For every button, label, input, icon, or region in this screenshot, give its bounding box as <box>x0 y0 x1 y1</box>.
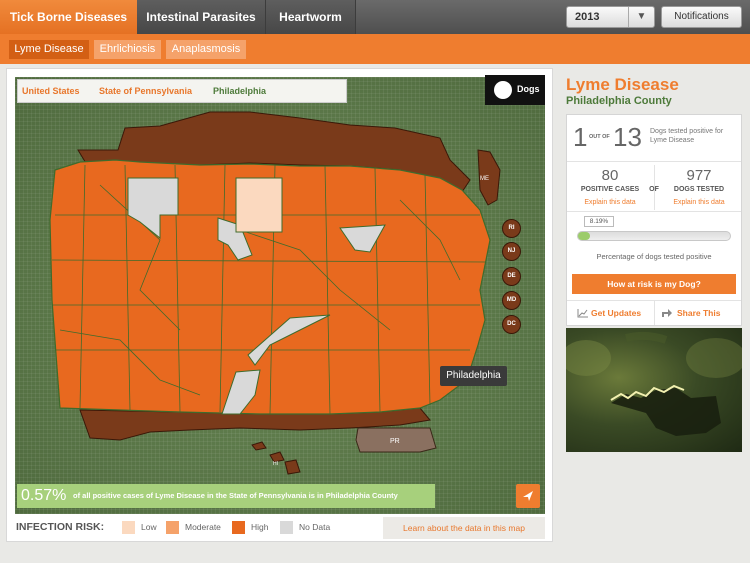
state-badge-dc[interactable]: DC <box>502 315 521 334</box>
county-tooltip: Philadelphia <box>440 366 507 386</box>
dogs-tested-label: DOGS TESTED <box>673 186 725 193</box>
dogs-tested-value: 977 <box>686 167 712 184</box>
tab-ehrlichiosis[interactable]: Ehrlichiosis <box>94 40 161 59</box>
legend-swatch-moderate <box>166 521 179 534</box>
breadcrumb-county: Philadelphia <box>213 86 267 96</box>
ratio-denominator: 13 <box>613 122 642 152</box>
tab-tick-borne-diseases[interactable]: Tick Borne Diseases <box>0 0 137 34</box>
legend-swatch-high <box>232 521 245 534</box>
risk-assessment-button[interactable]: How at risk is my Dog? <box>572 274 736 294</box>
state-badge-de[interactable]: DE <box>502 267 521 286</box>
sub-nav: Lyme Disease Ehrlichiosis Anaplasmosis <box>0 34 750 64</box>
positive-cases-value: 80 <box>601 167 619 184</box>
pr-label: PR <box>390 438 400 445</box>
legend-label-moderate: Moderate <box>185 522 221 532</box>
county-map[interactable]: ME PR HI <box>8 68 546 528</box>
tab-heartworm[interactable]: Heartworm <box>266 0 356 34</box>
ratio-text: Dogs tested positive for Lyme Disease <box>650 128 724 144</box>
satellite-view[interactable] <box>566 328 742 452</box>
location-arrow-icon <box>523 491 533 501</box>
dog-icon <box>494 81 512 99</box>
state-badge-ri[interactable]: RI <box>502 219 521 238</box>
county-name: Philadelphia County <box>566 95 672 107</box>
notifications-button[interactable]: Notifications <box>661 6 742 28</box>
year-select[interactable]: 2013 ▼ <box>566 6 655 28</box>
legend-swatch-no-data <box>280 521 293 534</box>
info-bar: 0.57% of all positive cases of Lyme Dise… <box>17 484 435 508</box>
stats-card: 1 OUT OF 13 Dogs tested positive for Lym… <box>566 114 742 326</box>
tab-anaplasmosis[interactable]: Anaplasmosis <box>166 40 246 59</box>
percent-bar-fill <box>578 232 591 240</box>
share-label: Share This <box>677 308 721 318</box>
percent-bar-caption: Percentage of dogs tested positive <box>596 252 712 261</box>
explain-positive-link[interactable]: Explain this data <box>567 199 653 206</box>
species-label: Dogs <box>517 84 540 94</box>
county-low[interactable] <box>235 177 283 233</box>
legend-title: INFECTION RISK: <box>16 521 105 533</box>
divider <box>567 161 741 162</box>
tab-intestinal-parasites[interactable]: Intestinal Parasites <box>137 0 266 34</box>
get-updates-label: Get Updates <box>591 308 642 318</box>
top-nav: Tick Borne Diseases Intestinal Parasites… <box>0 0 750 34</box>
explain-tested-link[interactable]: Explain this data <box>657 199 741 206</box>
locate-button[interactable] <box>516 484 540 508</box>
disease-title: Lyme Disease <box>566 75 679 94</box>
breadcrumb-state[interactable]: State of Pennsylvania <box>99 80 192 102</box>
percent-bubble: 8.19% <box>584 216 614 227</box>
county-outline <box>566 331 742 436</box>
chevron-down-icon[interactable]: ▼ <box>628 7 654 27</box>
percent-bar <box>577 231 731 241</box>
legend-label-no-data: No Data <box>299 522 331 532</box>
breadcrumb-united-states[interactable]: United States <box>22 80 80 102</box>
year-value: 2013 <box>575 11 600 23</box>
share-button[interactable]: Share This <box>655 302 741 324</box>
legend-label-low: Low <box>141 522 157 532</box>
state-badge-md[interactable]: MD <box>502 291 521 310</box>
chart-icon <box>577 309 588 318</box>
ratio-numerator: 1 <box>573 122 588 152</box>
tab-lyme-disease[interactable]: Lyme Disease <box>9 40 89 59</box>
positive-cases-label: POSITIVE CASES <box>580 186 640 193</box>
hi-label: HI <box>273 461 278 467</box>
breadcrumb: United States State of Pennsylvania Phil… <box>17 79 347 103</box>
learn-data-link[interactable]: Learn about the data in this map <box>383 517 545 539</box>
county-share-percent: 0.57% <box>21 487 67 504</box>
county-share-text: of all positive cases of Lyme Disease in… <box>73 491 398 500</box>
species-toggle-button[interactable]: Dogs <box>485 75 545 105</box>
state-badge-nj[interactable]: NJ <box>502 242 521 261</box>
legend-swatch-low <box>122 521 135 534</box>
legend-label-high: High <box>251 522 269 532</box>
divider <box>567 211 741 212</box>
ratio-out-of: OUT OF <box>589 134 610 140</box>
share-icon <box>662 309 672 317</box>
hawaii <box>251 441 301 475</box>
maine-label: ME <box>480 176 489 182</box>
get-updates-button[interactable]: Get Updates <box>567 302 654 324</box>
